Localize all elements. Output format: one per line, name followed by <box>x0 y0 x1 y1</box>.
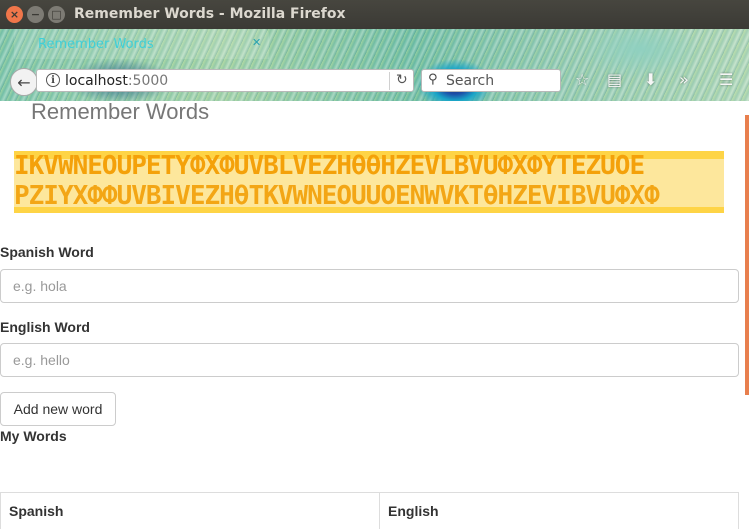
english-word-placeholder: e.g. hello <box>13 352 70 368</box>
my-words-title: My Words <box>0 428 67 444</box>
bookmark-star-icon[interactable]: ☆ <box>575 70 589 89</box>
words-table: Spanish English <box>0 492 739 529</box>
page-title: Remember Words <box>31 101 210 124</box>
url-host: localhost <box>65 73 128 89</box>
reload-icon[interactable]: ↻ <box>389 72 408 90</box>
download-icon[interactable]: ⬇ <box>644 70 657 89</box>
tab-title: Remember Words <box>38 37 154 52</box>
overflow-chevron-icon[interactable]: » <box>679 70 689 89</box>
english-word-input[interactable]: e.g. hello <box>0 343 739 377</box>
add-new-word-button[interactable]: Add new word <box>0 392 116 426</box>
banner-glyph-line: IKVWNEOUPETYФXФUVBLVEZHθθHZEVLBVUФXФYTEZ… <box>14 151 645 181</box>
scrollbar[interactable] <box>745 115 749 395</box>
site-info-icon[interactable]: i <box>46 73 60 87</box>
spanish-word-input[interactable]: e.g. hola <box>0 269 739 303</box>
back-arrow-icon[interactable]: ← <box>10 68 38 96</box>
search-icon: ⚲ <box>428 72 438 87</box>
minimize-window-icon[interactable]: − <box>27 6 44 23</box>
window-title: Remember Words - Mozilla Firefox <box>74 6 346 22</box>
url-bar[interactable]: i localhost:5000 ↻ <box>36 69 414 92</box>
close-window-icon[interactable]: × <box>6 6 23 23</box>
reading-list-icon[interactable]: ▤ <box>607 70 622 89</box>
decorative-banner: IKVWNEOUPETYФXФUVBLVEZHθθHZEVLBVUФXФYTEZ… <box>14 151 724 213</box>
url-text: localhost:5000 <box>65 73 168 89</box>
tab-close-icon[interactable]: ✕ <box>252 36 261 49</box>
search-bar[interactable]: ⚲ Search <box>421 69 561 92</box>
page-content: Remember Words IKVWNEOUPETYФXФUVBLVEZHθθ… <box>0 101 749 529</box>
hamburger-menu-icon[interactable]: ☰ <box>719 70 733 89</box>
browser-tab[interactable]: Remember Words ✕ <box>14 29 269 59</box>
url-port: :5000 <box>127 73 169 89</box>
banner-glyph-line: PZIYXФФUVBIVEZHθTKVWNEOUUOENWVKTθHZEVIBV… <box>14 181 660 211</box>
english-word-label: English Word <box>0 319 90 335</box>
window-titlebar: × − □ Remember Words - Mozilla Firefox <box>0 0 749 29</box>
table-header-english: English <box>388 503 439 519</box>
spanish-word-label: Spanish Word <box>0 244 94 260</box>
spanish-word-placeholder: e.g. hola <box>13 278 67 294</box>
browser-toolbar: Remember Words ✕ ← i localhost:5000 ↻ ⚲ … <box>0 29 749 101</box>
table-header-spanish: Spanish <box>1 493 380 529</box>
maximize-window-icon[interactable]: □ <box>48 6 65 23</box>
window-controls: × − □ <box>6 6 65 23</box>
search-placeholder: Search <box>446 73 495 89</box>
